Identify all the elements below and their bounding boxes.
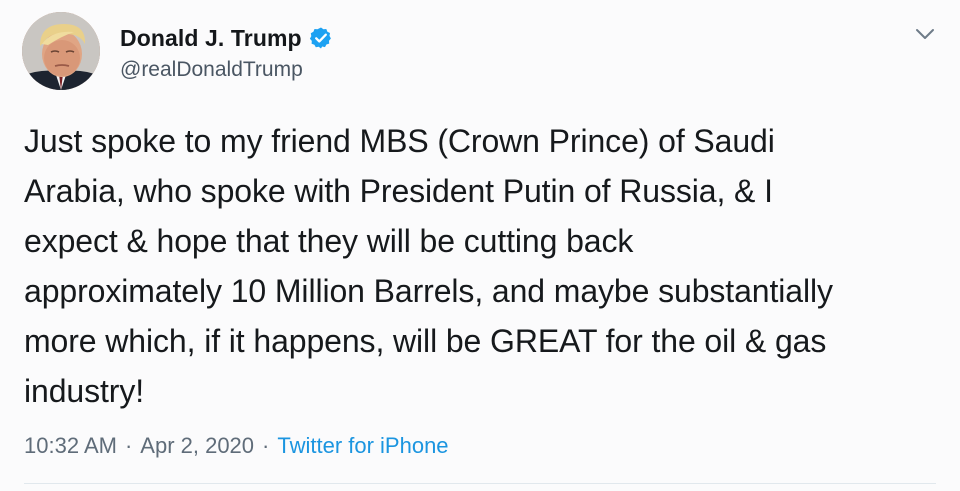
chevron-down-icon[interactable] (914, 26, 936, 42)
meta-separator: · (262, 433, 270, 458)
avatar[interactable] (22, 12, 100, 90)
author-handle[interactable]: @realDonaldTrump (120, 58, 303, 82)
author-name-row: Donald J. Trump (120, 22, 333, 54)
meta-separator: · (124, 433, 133, 458)
author-display-name[interactable]: Donald J. Trump (120, 25, 302, 52)
tweet-meta: 10:32 AM · Apr 2, 2020 · Twitter for iPh… (24, 433, 449, 459)
tweet-date[interactable]: Apr 2, 2020 (140, 433, 254, 459)
tweet-text: Just spoke to my friend MBS (Crown Princ… (24, 123, 833, 409)
divider (24, 483, 936, 484)
tweet-source-link[interactable]: Twitter for iPhone (277, 433, 448, 459)
tweet-card: Donald J. Trump @realDonaldTrump Just sp… (0, 0, 960, 491)
tweet-time[interactable]: 10:32 AM (24, 433, 117, 459)
profile-photo-icon (22, 12, 100, 90)
verified-check-icon (309, 27, 331, 49)
